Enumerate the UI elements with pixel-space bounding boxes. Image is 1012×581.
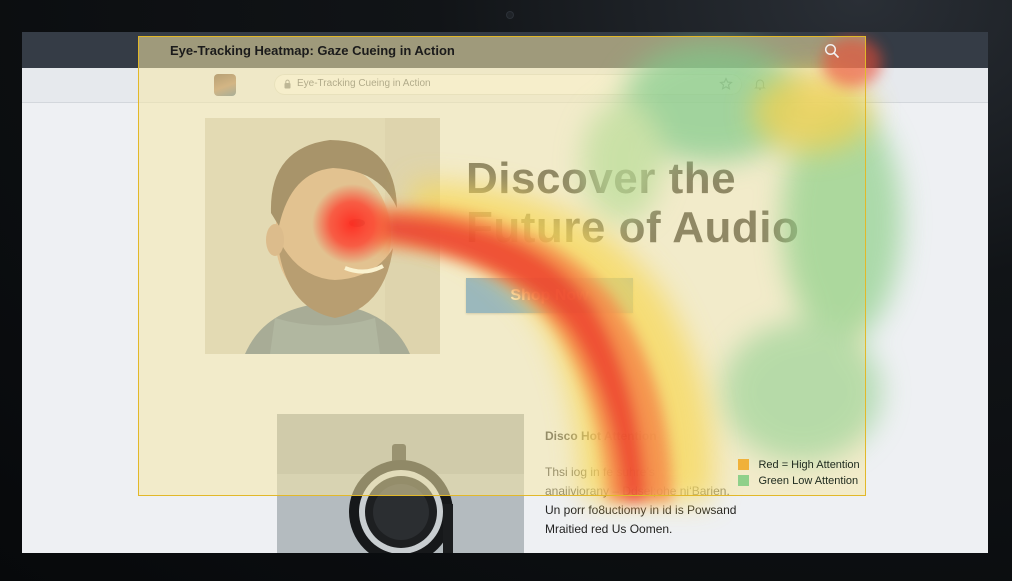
webcam-dot [507, 12, 513, 18]
legend-label-low: Green Low Attention [758, 474, 859, 487]
body-text-line-4: Mraitied red Us Oomen. [545, 522, 673, 536]
body-text-line-3: Un porr fo8uctiomy in id is Powsand [545, 503, 737, 517]
legend-swatch-high [738, 459, 749, 471]
heatmap-title: Eye-Tracking Heatmap: Gaze Cueing in Act… [170, 43, 455, 58]
legend-low: Green Low Attention [738, 472, 859, 487]
screen: Eye-Tracking Cueing in Action Discover t… [22, 32, 988, 553]
legend-label-high: Red = High Attention [758, 458, 860, 471]
legend-high: Red = High Attention [738, 456, 860, 471]
heatmap-frame [138, 36, 866, 496]
search-icon[interactable] [824, 43, 840, 59]
monitor-bezel: Eye-Tracking Cueing in Action Discover t… [0, 0, 1012, 581]
legend-swatch-low [738, 475, 749, 487]
